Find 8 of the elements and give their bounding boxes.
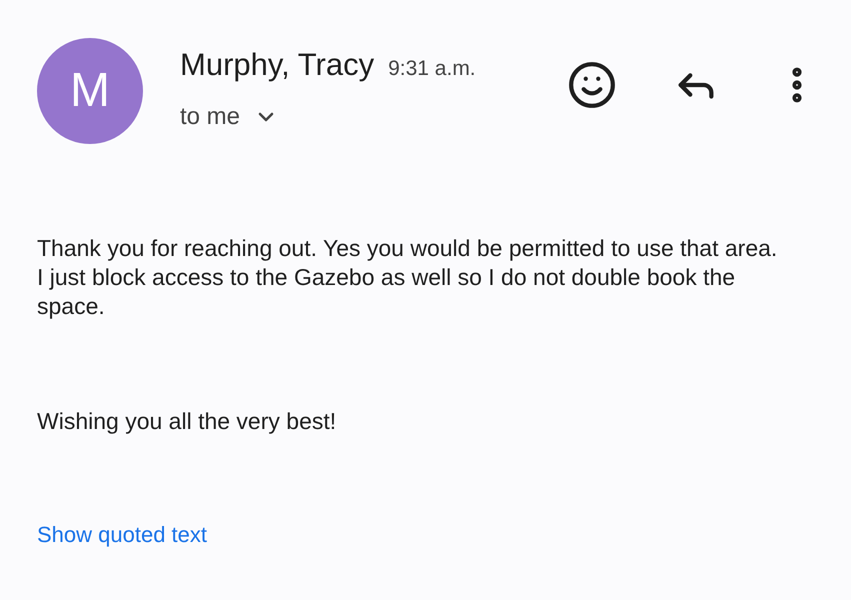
message-paragraph: Wishing you all the very best! (37, 407, 338, 436)
avatar: M (37, 38, 143, 144)
timestamp: 9:31 a.m. (388, 56, 476, 82)
emoji-icon[interactable] (567, 60, 617, 110)
show-quoted-text-link[interactable]: Show quoted text (37, 518, 208, 551)
sender-name: Murphy, Tracy (180, 46, 374, 84)
message-paragraph: Thank you for reaching out. Yes you would be permitted to use that area. I just block access to the Gazebo as well so I do not double book the space. (37, 234, 778, 321)
recipient-toggle[interactable]: to me (180, 98, 476, 134)
